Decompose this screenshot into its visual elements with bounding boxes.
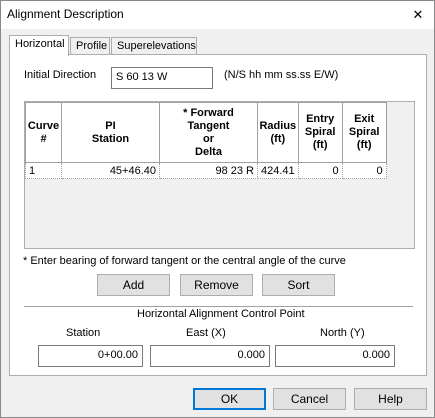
cell-entry-spiral[interactable]: 0	[297, 162, 343, 179]
help-button[interactable]: Help	[354, 388, 427, 410]
initial-direction-label: Initial Direction	[24, 69, 97, 81]
cell-pi-station[interactable]: 45+46.40	[61, 162, 160, 179]
table-row[interactable]: 1 45+46.40 98 23 R 424.41 0 0	[25, 162, 387, 179]
column-header-radius[interactable]: Radius (ft)	[257, 102, 299, 163]
column-header-entry-spiral[interactable]: Entry Spiral (ft)	[297, 102, 343, 163]
north-label: North (Y)	[320, 327, 365, 339]
east-label: East (X)	[186, 327, 226, 339]
title-bar: Alignment Description ✕	[1, 1, 434, 29]
add-button[interactable]: Add	[97, 274, 170, 296]
cell-exit-spiral[interactable]: 0	[341, 162, 387, 179]
curve-table-grid: Curve # PI Station * Forward Tangent or …	[25, 102, 387, 179]
station-input[interactable]: 0+00.00	[38, 345, 143, 367]
cell-radius[interactable]: 424.41	[257, 162, 299, 179]
ok-button[interactable]: OK	[193, 388, 266, 410]
column-header-curve[interactable]: Curve #	[25, 102, 62, 163]
station-label: Station	[66, 327, 101, 339]
column-header-pi-station[interactable]: PI Station	[61, 102, 160, 163]
north-input[interactable]: 0.000	[275, 345, 395, 367]
tab-profile[interactable]: Profile	[70, 37, 110, 55]
control-point-heading: Horizontal Alignment Control Point	[137, 308, 305, 320]
curve-table-header-row: Curve # PI Station * Forward Tangent or …	[25, 102, 387, 163]
initial-direction-format-hint: (N/S hh mm ss.ss E/W)	[224, 69, 339, 81]
window-title: Alignment Description	[7, 7, 124, 21]
cell-curve[interactable]: 1	[25, 162, 62, 179]
alignment-description-dialog: Alignment Description ✕ Horizontal Profi…	[0, 0, 435, 418]
tab-horizontal[interactable]: Horizontal	[9, 35, 69, 56]
sort-button[interactable]: Sort	[262, 274, 335, 296]
curve-table: Curve # PI Station * Forward Tangent or …	[24, 101, 415, 249]
cancel-button[interactable]: Cancel	[273, 388, 346, 410]
east-input[interactable]: 0.000	[150, 345, 270, 367]
horizontal-tab-panel: Initial Direction S 60 13 W (N/S hh mm s…	[9, 54, 427, 376]
column-header-exit-spiral[interactable]: Exit Spiral (ft)	[341, 102, 387, 163]
remove-button[interactable]: Remove	[180, 274, 253, 296]
close-icon[interactable]: ✕	[408, 5, 428, 25]
initial-direction-input[interactable]: S 60 13 W	[111, 67, 213, 89]
control-point-divider	[24, 306, 413, 307]
cell-forward-tangent[interactable]: 98 23 R	[159, 162, 258, 179]
tab-superelevations[interactable]: Superelevations	[111, 37, 197, 55]
column-header-forward-tangent[interactable]: * Forward Tangent or Delta	[159, 102, 258, 163]
forward-tangent-note: * Enter bearing of forward tangent or th…	[23, 255, 346, 267]
